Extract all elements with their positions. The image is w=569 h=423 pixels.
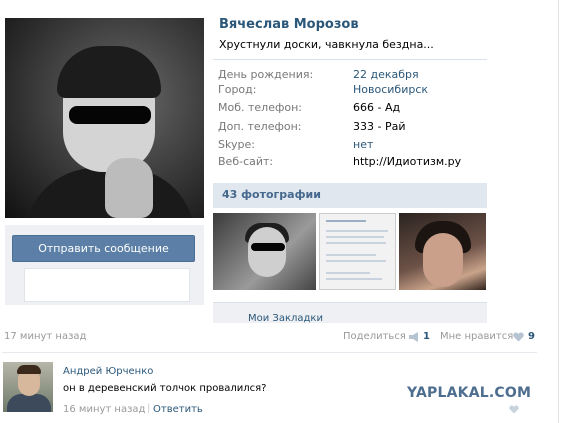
info-label-website: Веб-сайт: — [218, 155, 274, 168]
info-value-website[interactable]: http://Идиотизм.ру — [353, 155, 461, 168]
megaphone-icon[interactable] — [408, 332, 420, 342]
send-message-button[interactable]: Отправить сообщение — [12, 235, 195, 262]
photo-thumbnail[interactable] — [319, 213, 396, 290]
heart-icon[interactable] — [513, 332, 524, 342]
photos-header-label[interactable]: 43 фотографии — [222, 188, 321, 201]
info-value-skype[interactable]: нет — [353, 138, 373, 151]
watermark: YAPLAKAL.COM — [407, 385, 532, 401]
heart-icon[interactable] — [509, 405, 519, 414]
info-label-mobile-phone: Моб. телефон: — [218, 101, 303, 114]
photo-thumbnail[interactable] — [213, 213, 316, 290]
page-edge — [558, 0, 559, 423]
profile-photo[interactable] — [5, 18, 204, 218]
separator: | — [147, 403, 151, 414]
profile-status: Хрустнули доски, чавкнула бездна... — [219, 38, 434, 51]
reply-button[interactable]: Ответить — [153, 404, 203, 415]
comment-text: он в деревенский толчок провалился? — [63, 383, 267, 394]
share-count: 1 — [423, 331, 430, 342]
info-value-city[interactable]: Новосибирск — [353, 83, 428, 96]
profile-name: Вячеслав Морозов — [219, 17, 359, 32]
photo-thumbnail[interactable] — [399, 213, 486, 290]
info-value-extra-phone: 333 - Рай — [353, 120, 406, 133]
info-label-city: Город: — [218, 83, 257, 96]
like-count: 9 — [528, 331, 535, 342]
info-label-extra-phone: Доп. телефон: — [218, 120, 302, 133]
info-value-mobile-phone: 666 - Ад — [353, 101, 401, 114]
info-value-birthday[interactable]: 22 декабря — [353, 68, 419, 81]
share-button[interactable]: Поделиться — [343, 331, 406, 342]
post-timestamp[interactable]: 17 минут назад — [4, 331, 86, 342]
divider — [2, 352, 537, 353]
bookmarks-link[interactable]: Мои Закладки — [248, 313, 323, 324]
info-label-birthday: День рождения: — [218, 68, 314, 81]
avatar[interactable] — [3, 362, 53, 412]
profile-actions-box — [24, 268, 190, 302]
comment-timestamp[interactable]: 16 минут назад — [63, 404, 145, 415]
like-button[interactable]: Мне нравится — [440, 331, 513, 342]
comment-author[interactable]: Андрей Юрченко — [63, 366, 153, 377]
info-label-skype: Skype: — [218, 138, 255, 151]
divider — [213, 59, 487, 60]
